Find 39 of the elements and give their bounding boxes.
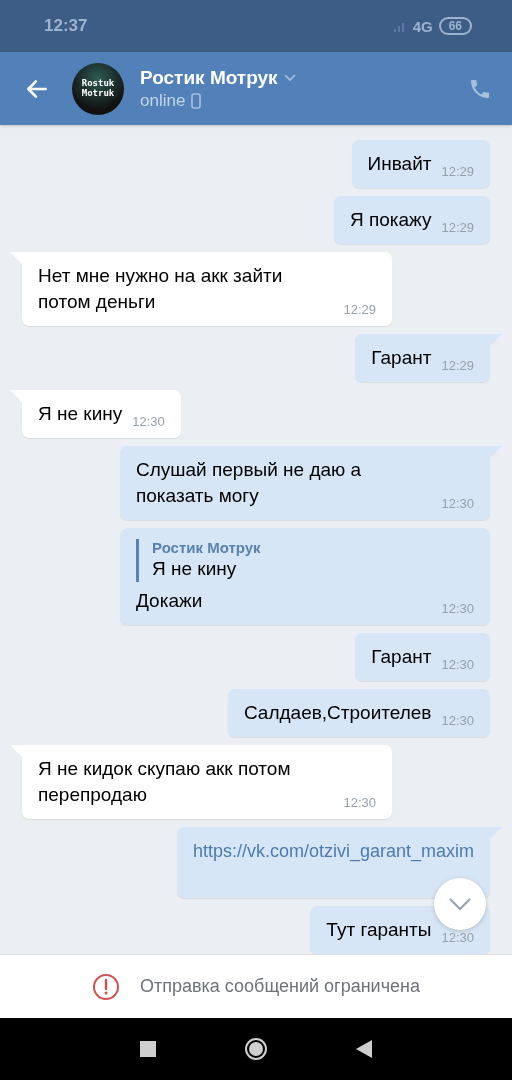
message-text: Салдаев,Строителев xyxy=(243,701,432,725)
message-time: 12:30 xyxy=(132,413,165,431)
chevron-down-icon[interactable] xyxy=(283,73,296,82)
message-text: Слушай первый не даю а показать могу xyxy=(136,458,363,508)
phone-device-icon xyxy=(191,92,202,109)
reply-text: Я не кину xyxy=(152,557,238,581)
status-time: 12:37 xyxy=(44,16,88,36)
battery-level: 66 xyxy=(438,17,472,35)
message-time: 12:30 xyxy=(441,656,474,674)
message-time: 12:30 xyxy=(441,712,474,730)
online-status: online xyxy=(140,90,186,111)
message-time: 12:30 xyxy=(441,929,474,947)
message-time: 12:30 xyxy=(343,794,376,812)
message-time: 12:29 xyxy=(441,219,474,237)
message-text: Гарант xyxy=(371,346,432,370)
message-time: 12:30 xyxy=(441,495,474,513)
back-triangle-icon[interactable] xyxy=(356,1040,372,1058)
home-icon[interactable] xyxy=(244,1037,268,1061)
message-text: Инвайт xyxy=(367,152,432,176)
contact-name[interactable]: Ростик Мотрук xyxy=(140,66,278,89)
message-text: Тут гаранты xyxy=(326,918,432,942)
warning-icon xyxy=(92,972,120,1001)
restriction-notice: Отправка сообщений ограничена xyxy=(140,976,420,997)
message-text: Гарант xyxy=(371,645,432,669)
network-type: 4G xyxy=(412,17,433,35)
message-text: Нет мне нужно на акк зайти потом деньги xyxy=(38,264,284,314)
avatar[interactable]: Rostuk Motruk xyxy=(72,62,124,115)
message-text: Докажи xyxy=(136,589,203,613)
message-time: 12:30 xyxy=(441,600,474,618)
signal-icon xyxy=(392,20,407,32)
reply-author: Ростик Мотрук xyxy=(152,539,262,556)
chevron-down-icon xyxy=(448,897,472,911)
message-text: Я не кидок скупаю акк потом перепродаю xyxy=(38,757,292,807)
message-time: 12:29 xyxy=(441,357,474,375)
message-text: Я покажу xyxy=(349,208,432,232)
message-text: Я не кину xyxy=(38,402,123,426)
message-link[interactable]: https://vk.com/otzivi_garant_maxim xyxy=(192,838,474,864)
message-time: 12:29 xyxy=(441,163,474,181)
message-time: 12:29 xyxy=(343,301,376,319)
